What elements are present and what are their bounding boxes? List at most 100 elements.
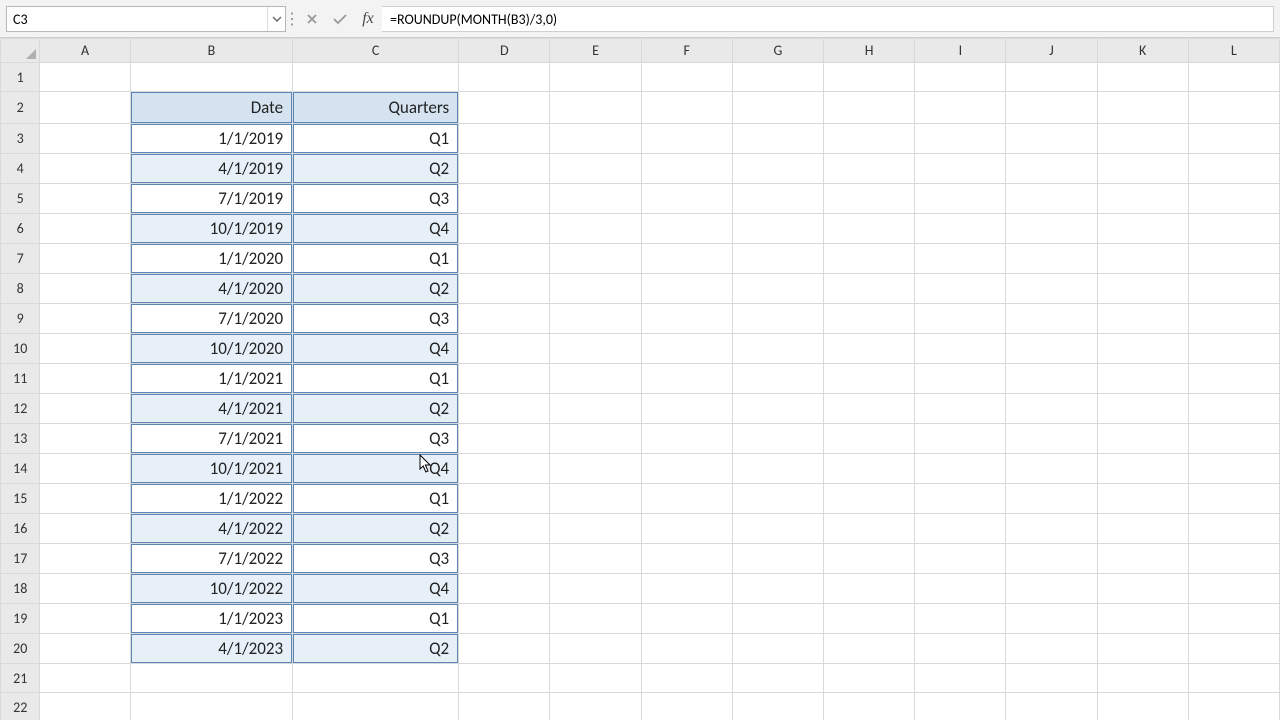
cell-I17[interactable] [915,544,1006,574]
cell-I2[interactable] [915,92,1006,124]
row-header-10[interactable]: 10 [1,334,40,364]
cell-L11[interactable] [1188,364,1279,394]
cell-L10[interactable] [1188,334,1279,364]
cell-A6[interactable] [40,214,130,244]
cell-F20[interactable] [641,634,732,664]
cell-G7[interactable] [732,244,823,274]
row-header-4[interactable]: 4 [1,154,40,184]
cell-B22[interactable] [130,693,292,720]
select-all-corner[interactable] [1,39,40,63]
cell-C22[interactable] [293,693,459,720]
table-cell-quarter[interactable]: Q2 [293,154,458,183]
cell-D4[interactable] [459,154,550,184]
cell-F16[interactable] [641,514,732,544]
row-header-7[interactable]: 7 [1,244,40,274]
table-cell-date[interactable]: 10/1/2020 [131,334,292,363]
cell-D5[interactable] [459,184,550,214]
cell-I21[interactable] [915,664,1006,693]
cell-H9[interactable] [824,304,915,334]
column-header-E[interactable]: E [550,39,641,63]
table-cell-quarter[interactable]: Q4 [293,334,458,363]
table-cell-quarter[interactable]: Q1 [293,604,458,633]
name-box[interactable] [6,6,286,32]
row-header-19[interactable]: 19 [1,604,40,634]
cell-A10[interactable] [40,334,130,364]
cell-H7[interactable] [824,244,915,274]
cell-D12[interactable] [459,394,550,424]
cell-I4[interactable] [915,154,1006,184]
cell-A17[interactable] [40,544,130,574]
cell-L22[interactable] [1188,693,1279,720]
cell-C14[interactable]: Q4 [293,454,459,484]
cell-E15[interactable] [550,484,641,514]
cell-G1[interactable] [732,63,823,92]
cell-C19[interactable]: Q1 [293,604,459,634]
cell-G14[interactable] [732,454,823,484]
cell-E8[interactable] [550,274,641,304]
cell-D21[interactable] [459,664,550,693]
row-header-15[interactable]: 15 [1,484,40,514]
cell-I9[interactable] [915,304,1006,334]
cell-C21[interactable] [293,664,459,693]
cell-B11[interactable]: 1/1/2021 [130,364,292,394]
cell-G9[interactable] [732,304,823,334]
cancel-button[interactable] [298,6,326,32]
table-cell-quarter[interactable]: Q2 [293,394,458,423]
cell-K12[interactable] [1097,394,1188,424]
cell-C4[interactable]: Q2 [293,154,459,184]
cell-G21[interactable] [732,664,823,693]
cell-J6[interactable] [1006,214,1097,244]
cell-E22[interactable] [550,693,641,720]
cell-F22[interactable] [641,693,732,720]
cell-K4[interactable] [1097,154,1188,184]
cell-J8[interactable] [1006,274,1097,304]
row-header-12[interactable]: 12 [1,394,40,424]
cell-B19[interactable]: 1/1/2023 [130,604,292,634]
cell-F5[interactable] [641,184,732,214]
cell-H8[interactable] [824,274,915,304]
cell-K14[interactable] [1097,454,1188,484]
cell-H11[interactable] [824,364,915,394]
cell-I22[interactable] [915,693,1006,720]
cell-J11[interactable] [1006,364,1097,394]
cell-C18[interactable]: Q4 [293,574,459,604]
cell-J2[interactable] [1006,92,1097,124]
cell-K21[interactable] [1097,664,1188,693]
cell-G18[interactable] [732,574,823,604]
cell-B2[interactable]: Date [130,92,292,124]
cell-J22[interactable] [1006,693,1097,720]
row-header-22[interactable]: 22 [1,693,40,720]
table-cell-date[interactable]: 1/1/2020 [131,244,292,273]
column-header-D[interactable]: D [459,39,550,63]
cell-A16[interactable] [40,514,130,544]
table-cell-date[interactable]: 7/1/2020 [131,304,292,333]
cell-C11[interactable]: Q1 [293,364,459,394]
cell-I1[interactable] [915,63,1006,92]
cell-B1[interactable] [130,63,292,92]
cell-K10[interactable] [1097,334,1188,364]
table-cell-quarter[interactable]: Q1 [293,124,458,153]
column-header-B[interactable]: B [130,39,292,63]
cell-C13[interactable]: Q3 [293,424,459,454]
cell-I6[interactable] [915,214,1006,244]
cell-E3[interactable] [550,124,641,154]
cell-G8[interactable] [732,274,823,304]
cell-C5[interactable]: Q3 [293,184,459,214]
cell-G20[interactable] [732,634,823,664]
cell-D13[interactable] [459,424,550,454]
cell-J1[interactable] [1006,63,1097,92]
cell-H5[interactable] [824,184,915,214]
cell-G6[interactable] [732,214,823,244]
cell-L4[interactable] [1188,154,1279,184]
cell-F9[interactable] [641,304,732,334]
cell-F3[interactable] [641,124,732,154]
row-header-14[interactable]: 14 [1,454,40,484]
cell-B20[interactable]: 4/1/2023 [130,634,292,664]
cell-J13[interactable] [1006,424,1097,454]
cell-J21[interactable] [1006,664,1097,693]
table-cell-date[interactable]: 4/1/2019 [131,154,292,183]
cell-E2[interactable] [550,92,641,124]
cell-C20[interactable]: Q2 [293,634,459,664]
cell-G2[interactable] [732,92,823,124]
cell-K18[interactable] [1097,574,1188,604]
